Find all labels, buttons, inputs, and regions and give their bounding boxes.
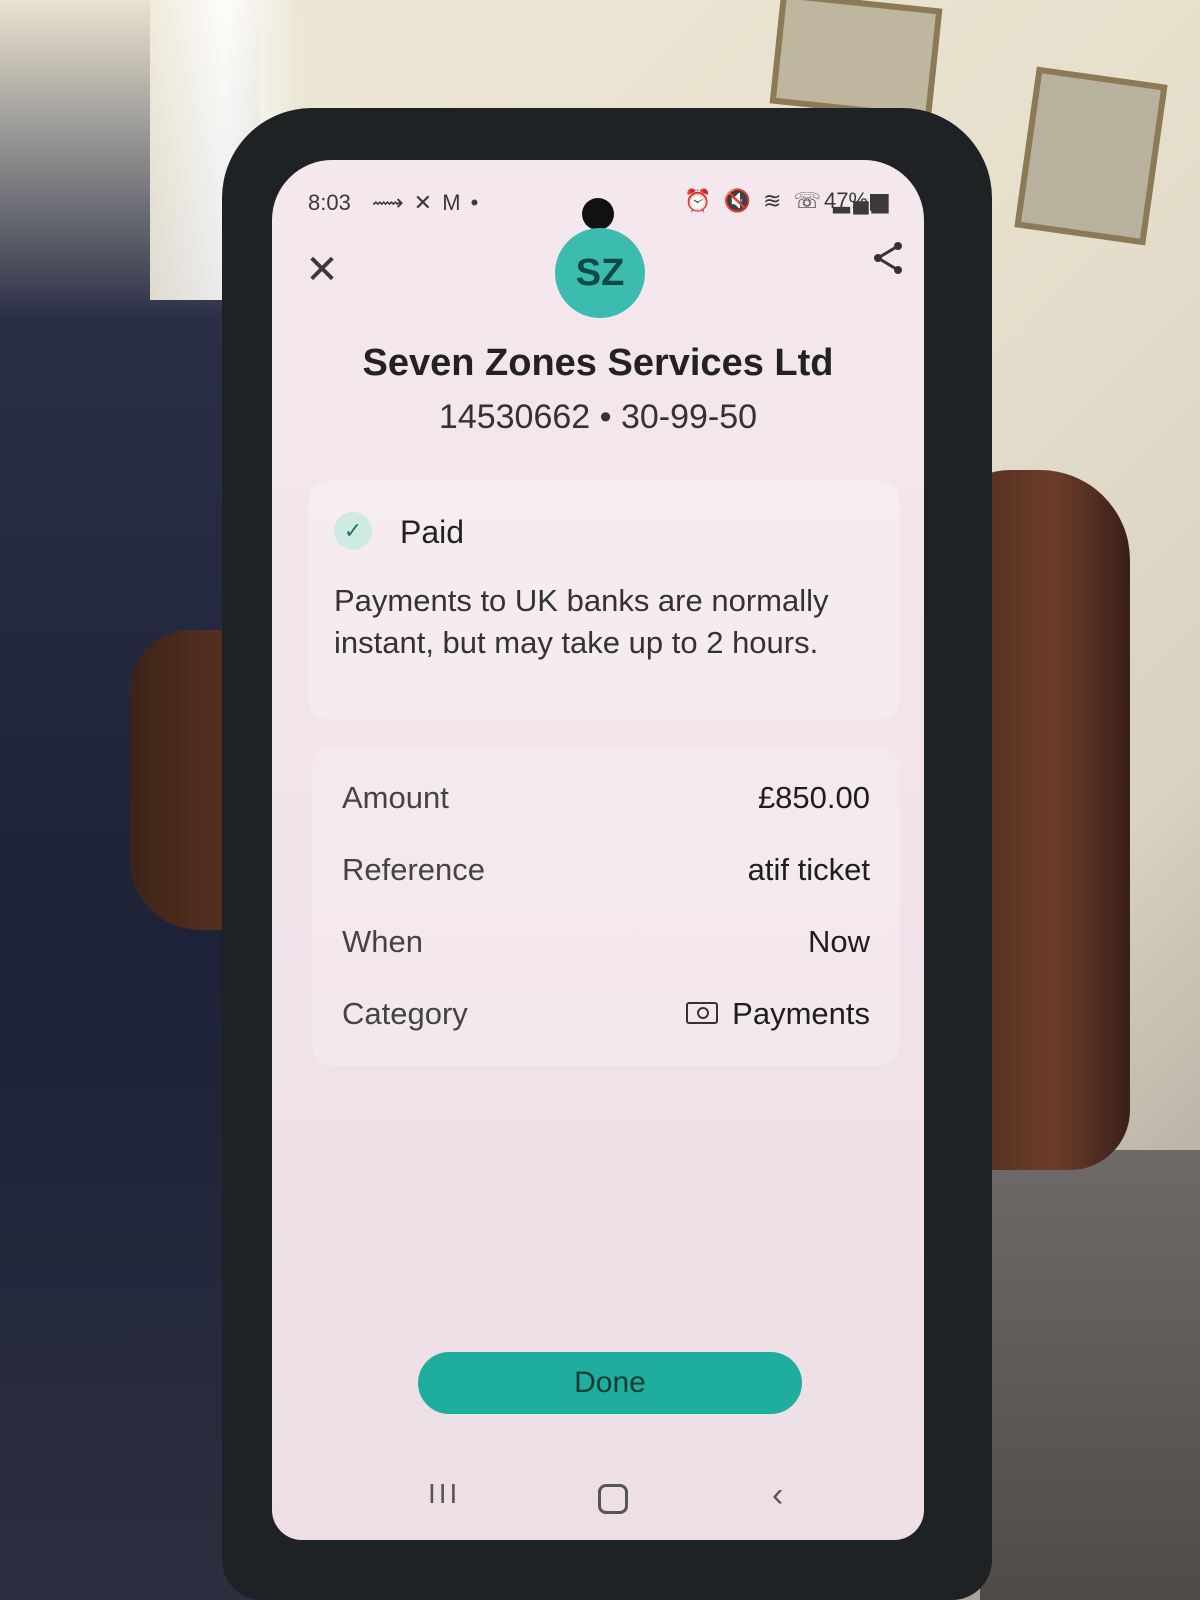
check-icon: ✓ [334, 512, 372, 550]
close-icon: ✕ [305, 248, 339, 292]
status-bar: 8:03 ⟿ ✕ M • ⏰ 🔇 ≋ ☏ ▂▄▆ 47%▮ [272, 180, 924, 230]
payment-status-card: ✓ Paid Payments to UK banks are normally… [308, 480, 900, 720]
system-nav-bar: III ‹ [272, 1470, 924, 1520]
detail-value: atif ticket [747, 852, 870, 887]
status-time: 8:03 [308, 190, 351, 215]
detail-value: £850.00 [757, 780, 870, 815]
detail-row-amount: Amount £850.00 [342, 780, 870, 830]
detail-label: When [342, 924, 423, 959]
back-button[interactable]: ‹ [772, 1476, 783, 1515]
phone-screen: 8:03 ⟿ ✕ M • ⏰ 🔇 ≋ ☏ ▂▄▆ 47%▮ ✕ SZ Seven… [272, 160, 924, 1540]
payee-name: Seven Zones Services Ltd [362, 342, 834, 384]
status-description: Payments to UK banks are normally instan… [334, 583, 829, 660]
detail-row-reference: Reference atif ticket [342, 852, 870, 902]
category-text: Payments [732, 996, 870, 1031]
detail-label: Reference [342, 852, 486, 887]
home-button[interactable] [598, 1484, 628, 1514]
detail-label: Amount [342, 780, 449, 815]
category-value[interactable]: Payments [686, 996, 870, 1032]
detail-row-when: When Now [342, 924, 870, 974]
battery-indicator: 47%▮ [824, 188, 881, 213]
notification-icons: ⟿ ✕ M • [372, 190, 481, 215]
share-icon [874, 242, 902, 274]
recent-apps-button[interactable]: III [428, 1478, 460, 1510]
payee-account-details: 14530662 • 30-99-50 [438, 398, 758, 436]
wall-picture-frame [1014, 66, 1168, 246]
close-button[interactable]: ✕ [302, 250, 342, 290]
detail-value: Now [807, 924, 870, 959]
wall-picture-frame [769, 0, 943, 121]
detail-label: Category [342, 996, 468, 1031]
done-button[interactable]: Done [418, 1352, 802, 1414]
status-title: Paid [400, 514, 465, 550]
background-floor [980, 1150, 1200, 1600]
cash-icon [686, 1001, 719, 1024]
front-camera [582, 198, 614, 230]
payment-details-card: Amount £850.00 Reference atif ticket Whe… [312, 746, 900, 1066]
share-button[interactable] [870, 240, 906, 276]
payee-avatar: SZ [555, 228, 645, 318]
detail-row-category[interactable]: Category Payments [342, 996, 870, 1046]
